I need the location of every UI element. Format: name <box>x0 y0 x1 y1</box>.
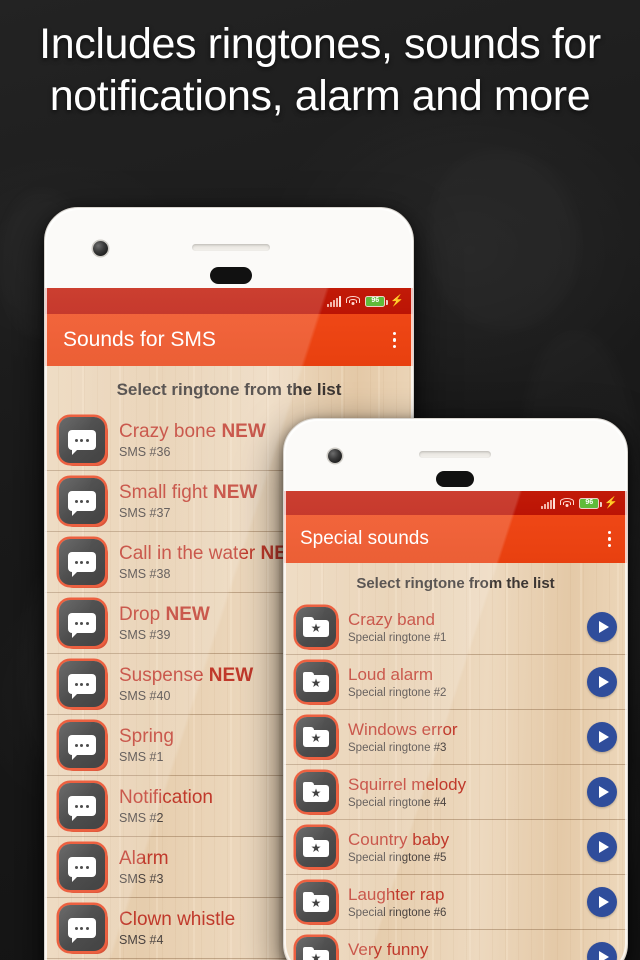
app-title-sms: Sounds for SMS <box>63 328 216 351</box>
battery-indicator: 96 <box>579 497 602 509</box>
list-item-title: Squirrel melody <box>348 775 467 794</box>
list-header-special: Select ringtone from the list <box>356 575 555 592</box>
lightning-bolt-icon: ⚡ <box>604 496 618 509</box>
page-title: Includes ringtones, sounds for notificat… <box>0 18 640 122</box>
proximity-sensor <box>210 267 252 284</box>
play-icon[interactable] <box>587 942 617 960</box>
sms-bubble-icon <box>59 783 108 832</box>
list-item-subtitle: Special ringtone #2 <box>348 687 447 699</box>
list-item-texts: Laughter rap Special ringtone #6 <box>348 885 587 919</box>
screen-special: 96 ⚡ Special sounds Select ringtone from… <box>284 491 627 960</box>
earpiece-speaker <box>192 244 270 251</box>
folder-star-icon: ★ <box>296 607 339 650</box>
sms-bubble-icon <box>59 661 108 710</box>
overflow-menu-icon[interactable] <box>388 326 402 355</box>
list-item-title: Loud alarm <box>348 665 434 684</box>
sms-bubble-icon <box>59 417 108 466</box>
sms-bubble-icon <box>59 722 108 771</box>
play-icon[interactable] <box>587 612 617 642</box>
sms-bubble-icon <box>59 905 108 954</box>
front-camera-icon <box>328 449 342 463</box>
list-item-texts: Country baby Special ringtone #5 <box>348 830 587 864</box>
list-item-subtitle: Special ringtone #3 <box>348 742 447 754</box>
folder-star-icon: ★ <box>296 662 339 705</box>
sms-bubble-icon <box>59 844 108 893</box>
battery-level-text: 96 <box>371 297 380 304</box>
earpiece-speaker <box>419 451 491 458</box>
list-item-title: Crazy band <box>348 610 435 629</box>
status-bar-special: 96 ⚡ <box>284 491 627 515</box>
battery-indicator: 96 <box>365 295 388 307</box>
folder-star-icon: ★ <box>296 717 339 760</box>
list-header-sms: Select ringtone from the list <box>116 380 342 399</box>
play-icon[interactable] <box>587 722 617 752</box>
battery-level-text: 96 <box>585 499 594 506</box>
list-item-subtitle: Special ringtone #1 <box>348 632 447 644</box>
list-item[interactable]: ★ Laughter rap Special ringtone #6 <box>284 875 627 930</box>
sms-bubble-icon <box>59 478 108 527</box>
list-item-subtitle: Special ringtone #5 <box>348 852 447 864</box>
app-bar-special: Special sounds <box>284 515 627 563</box>
lightning-bolt-icon: ⚡ <box>390 294 404 307</box>
headline-line-1: Includes ringtones, sounds for <box>39 20 601 68</box>
list-item-texts: Loud alarm Special ringtone #2 <box>348 665 587 699</box>
overflow-menu-icon[interactable] <box>603 525 617 554</box>
list-item-texts: Squirrel melody Special ringtone #4 <box>348 775 587 809</box>
front-camera-icon <box>93 241 108 256</box>
play-icon[interactable] <box>587 832 617 862</box>
list-item[interactable]: ★ Windows error Special ringtone #3 <box>284 710 627 765</box>
wifi-icon <box>560 497 575 509</box>
list-item-texts: Very funnySpecial ringtone #7 <box>348 940 587 960</box>
folder-star-icon: ★ <box>296 827 339 870</box>
status-bar-sms: 96 ⚡ <box>45 288 413 314</box>
phone-mockup-special: 96 ⚡ Special sounds Select ringtone from… <box>283 418 628 960</box>
play-icon[interactable] <box>587 667 617 697</box>
folder-star-icon: ★ <box>296 882 339 925</box>
sms-bubble-icon <box>59 600 108 649</box>
folder-star-icon: ★ <box>296 937 339 960</box>
sms-bubble-icon <box>59 539 108 588</box>
folder-star-icon: ★ <box>296 772 339 815</box>
list-item[interactable]: ★ Crazy band Special ringtone #1 <box>284 600 627 655</box>
list-item-title: Country baby <box>348 830 450 849</box>
signal-bars-icon <box>327 295 342 307</box>
list-item-title: Laughter rap <box>348 885 445 904</box>
headline-line-2: notifications, alarm and more <box>49 72 591 120</box>
list-item-subtitle: Special ringtone #6 <box>348 907 447 919</box>
app-bar-sms: Sounds for SMS <box>45 314 413 366</box>
play-icon[interactable] <box>587 887 617 917</box>
list-item-title: Very funny <box>348 940 429 959</box>
ringtone-list-special: Select ringtone from the list ★ Crazy ban… <box>284 563 627 960</box>
list-item[interactable]: ★ Loud alarm Special ringtone #2 <box>284 655 627 710</box>
list-item-texts: Crazy band Special ringtone #1 <box>348 610 587 644</box>
list-item[interactable]: ★ Very funnySpecial ringtone #7 <box>284 930 627 960</box>
list-item[interactable]: ★ Country baby Special ringtone #5 <box>284 820 627 875</box>
list-item[interactable]: ★ Squirrel melody Special ringtone #4 <box>284 765 627 820</box>
wifi-icon <box>346 295 361 307</box>
list-item-title: Windows error <box>348 720 458 739</box>
list-item-texts: Windows error Special ringtone #3 <box>348 720 587 754</box>
list-item-subtitle: Special ringtone #4 <box>348 797 447 809</box>
app-title-special: Special sounds <box>300 528 429 549</box>
signal-bars-icon <box>541 497 556 509</box>
play-icon[interactable] <box>587 777 617 807</box>
proximity-sensor <box>436 471 474 487</box>
